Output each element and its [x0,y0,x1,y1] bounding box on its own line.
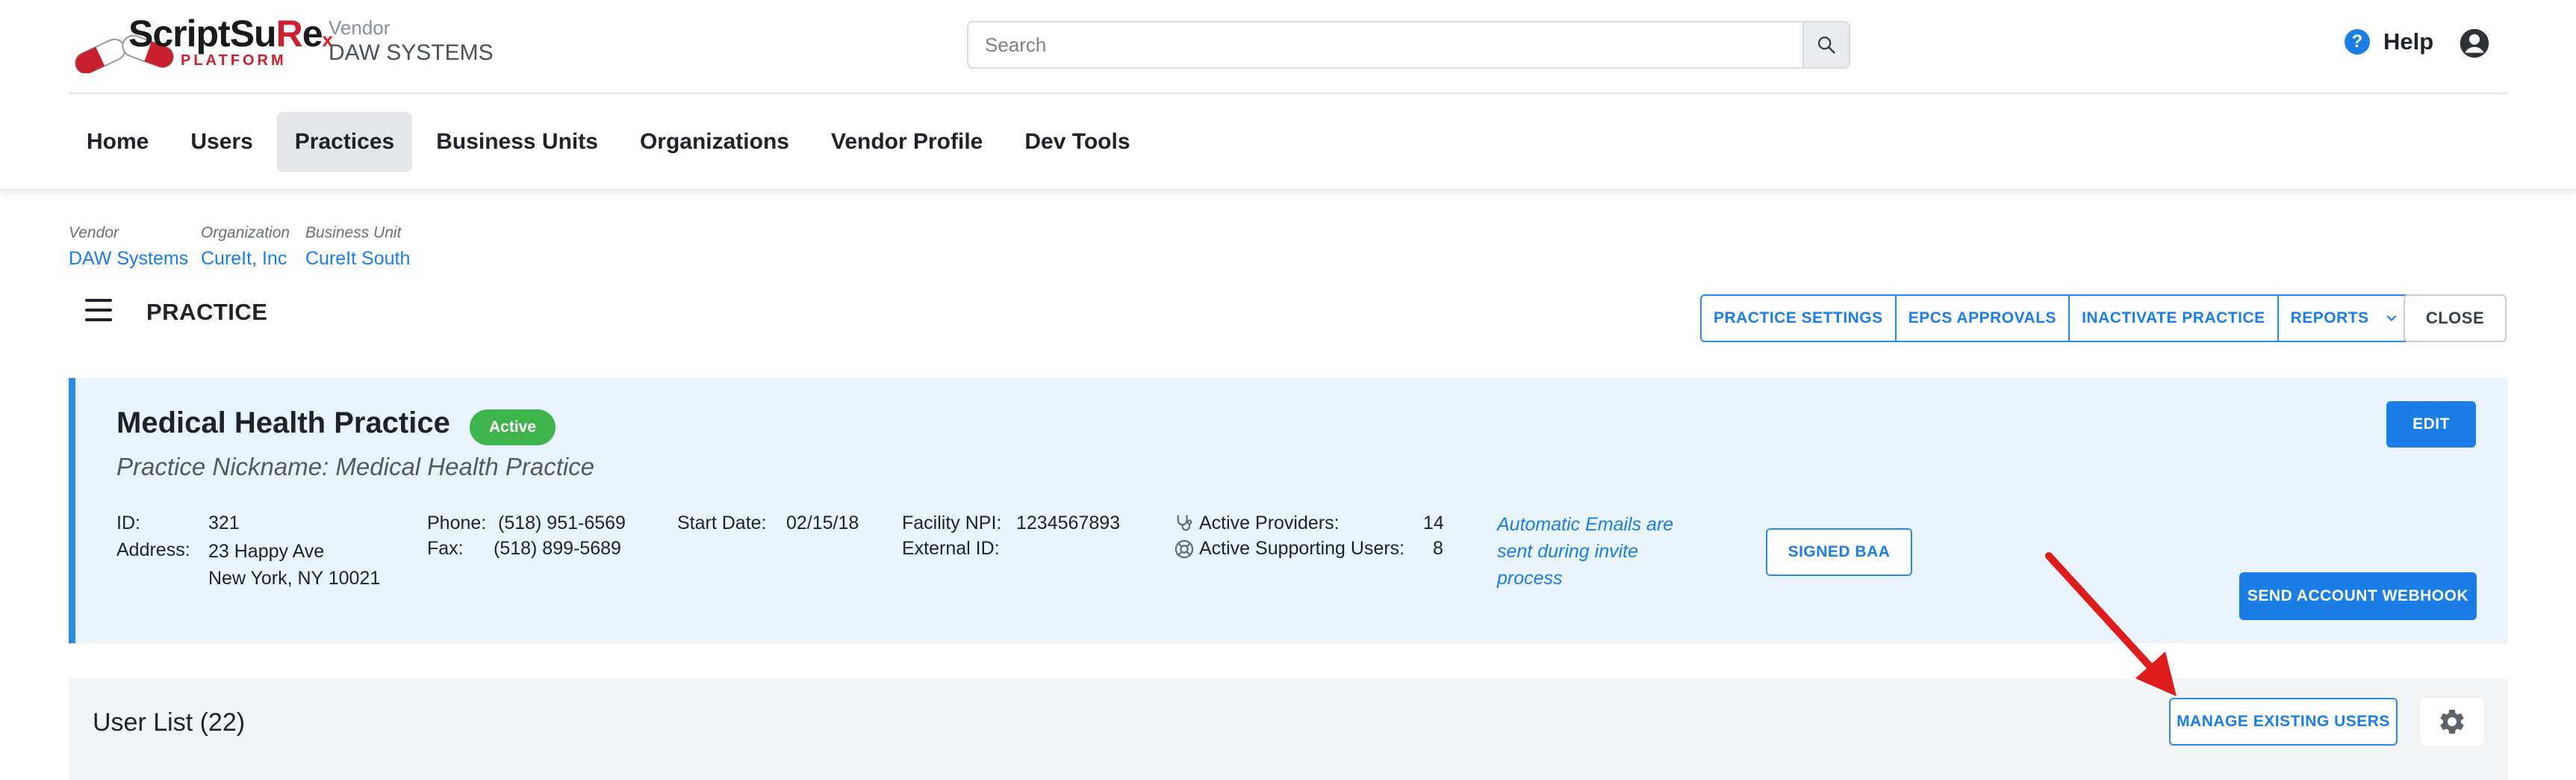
hamburger-menu-icon[interactable] [85,299,112,321]
facility-npi-label: Facility NPI: [902,513,1002,533]
search-input[interactable] [985,22,1784,67]
active-supporting-users-label: Active Supporting Users: [1199,538,1405,559]
id-label: ID: [116,513,140,533]
breadcrumb-vendor-label: Vendor [69,224,119,241]
practice-nickname: Practice Nickname: Medical Health Practi… [116,453,595,480]
account-icon[interactable] [2459,28,2490,59]
active-providers-value: 14 [1423,513,1444,533]
active-supporting-users-value: 8 [1433,538,1443,559]
user-list-header: User List (22) MANAGE EXISTING USERS [69,678,2507,780]
nav-organizations[interactable]: Organizations [622,112,807,172]
search-icon [1817,36,1835,54]
logo-subtitle: PLATFORM [181,52,287,69]
close-button[interactable]: CLOSE [2404,294,2507,342]
logo-wordmark: ScriptSuRex [128,13,333,55]
breadcrumb-business-unit: Business Unit CureIt South [305,224,410,270]
phone-label: Phone: [427,513,487,533]
reports-label: REPORTS [2290,309,2369,326]
vendor-label: Vendor [329,16,391,39]
search-button[interactable] [1802,22,1849,67]
lifebuoy-icon [1175,539,1194,559]
search-box [967,21,1850,69]
epcs-approvals-button[interactable]: EPCS APPROVALS [1897,296,2071,341]
breadcrumb-organization: Organization CureIt, Inc [201,224,290,270]
facility-npi-value: 1234567893 [1016,513,1121,533]
external-id-label: External ID: [902,538,1000,559]
vendor-name: DAW SYSTEMS [329,40,494,65]
breadcrumb-vendor-link[interactable]: DAW Systems [69,248,188,270]
main-nav: Home Users Practices Business Units Orga… [69,112,1148,172]
stethoscope-icon [1177,515,1192,531]
practice-actions-group: PRACTICE SETTINGS EPCS APPROVALS INACTIV… [1700,294,2412,342]
fax-label: Fax: [427,538,464,559]
header-divider [69,93,2507,94]
reports-dropdown-button[interactable]: REPORTS [2279,296,2411,341]
breadcrumb-vendor: Vendor DAW Systems [69,224,188,270]
user-list-title: User List (22) [93,708,246,737]
id-value: 321 [208,513,240,533]
chevron-down-icon [2386,315,2396,321]
app-header: ScriptSuRex PLATFORM Vendor DAW SYSTEMS … [0,0,2576,190]
page-title: PRACTICE [146,299,268,325]
send-account-webhook-button[interactable]: SEND ACCOUNT WEBHOOK [2239,572,2477,620]
address-line2: New York, NY 10021 [208,568,381,589]
help-icon: ? [2345,29,2370,55]
start-date-label: Start Date: [677,513,767,533]
inactivate-practice-button[interactable]: INACTIVATE PRACTICE [2070,296,2279,341]
practice-name: Medical Health Practice [116,406,450,439]
start-date-value: 02/15/18 [786,513,859,533]
automatic-emails-note: Automatic Emails are sent during invite … [1497,514,1674,589]
nav-users[interactable]: Users [172,112,270,172]
help-label: Help [2383,28,2434,55]
scriptsure-logo[interactable]: ScriptSuRex PLATFORM [69,12,333,73]
nav-business-units[interactable]: Business Units [418,112,616,172]
signed-baa-button[interactable]: SIGNED BAA [1766,528,1912,576]
breadcrumb-organization-link[interactable]: CureIt, Inc [201,248,290,270]
practice-card: Medical Health Practice Active Practice … [69,378,2507,643]
status-badge: Active [470,409,556,445]
nav-home[interactable]: Home [69,112,167,172]
manage-existing-users-button[interactable]: MANAGE EXISTING USERS [2169,698,2398,746]
user-list-settings-button[interactable] [2421,698,2483,746]
breadcrumb-business-unit-label: Business Unit [305,224,402,241]
edit-button[interactable]: EDIT [2386,401,2476,448]
fax-value: (518) 899-5689 [494,538,621,559]
nav-dev-tools[interactable]: Dev Tools [1007,112,1148,172]
practice-settings-button[interactable]: PRACTICE SETTINGS [1702,296,1897,341]
address-line1: 23 Happy Ave [208,541,325,562]
gear-icon [2440,709,2464,734]
phone-value: (518) 951-6569 [498,513,626,533]
nav-vendor-profile[interactable]: Vendor Profile [813,112,1001,172]
active-providers-label: Active Providers: [1199,513,1340,533]
breadcrumb-business-unit-link[interactable]: CureIt South [305,248,410,270]
help-link[interactable]: ? Help [2345,28,2433,55]
nav-practices[interactable]: Practices [276,112,413,172]
address-label: Address: [116,539,190,560]
breadcrumb-organization-label: Organization [201,224,290,241]
